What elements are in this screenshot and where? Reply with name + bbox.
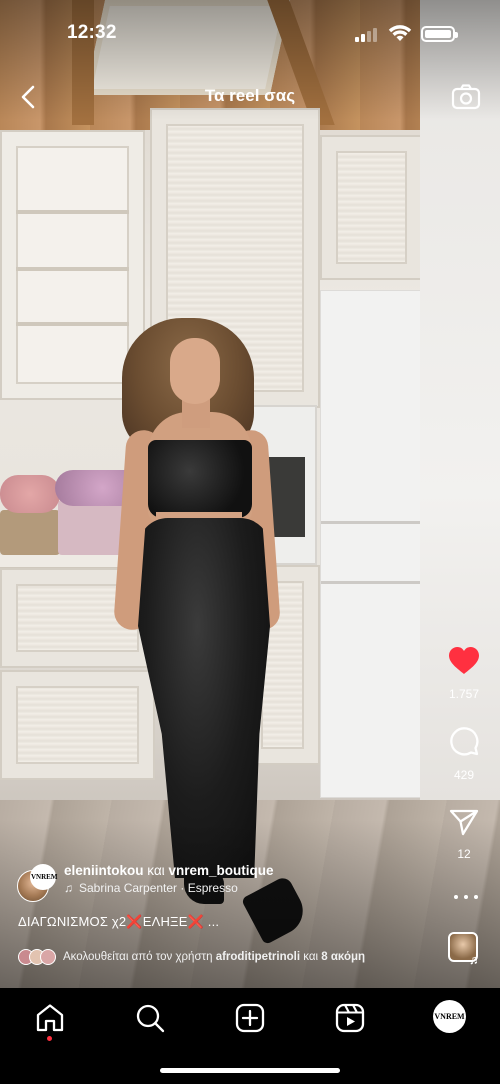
followed-by[interactable]: Ακολουθείται από τον χρήστη afroditipetr… (18, 948, 365, 966)
author-username[interactable]: eleniintokou (64, 863, 144, 878)
lower-cabinet (0, 670, 155, 780)
basket (0, 510, 60, 555)
model-top (148, 440, 252, 518)
post-caption[interactable]: ΔΙΑΓΩΝΙΣΜΟΣ χ2❌ΕΛΗΞΕ❌ ... (18, 914, 219, 930)
follower-avatar (40, 949, 56, 965)
like-count: 1.757 (448, 687, 480, 701)
author-conjunction: και (147, 863, 165, 878)
comment-count: 429 (453, 768, 475, 782)
comment-icon (450, 727, 479, 756)
coauthor-avatar[interactable]: VNREM (30, 864, 57, 890)
search-icon[interactable] (134, 1002, 166, 1034)
music-note-icon: ♫ (469, 952, 479, 967)
model-face (170, 338, 220, 404)
cellular-signal-icon (355, 28, 377, 42)
send-icon (449, 809, 479, 836)
coauthor-username[interactable]: vnrem_boutique (168, 863, 273, 878)
reel-video[interactable] (0, 0, 500, 988)
camera-icon[interactable] (450, 81, 482, 113)
status-bar: 12:32 (0, 0, 500, 62)
active-tab-dot (47, 1036, 52, 1041)
author-line: eleniintokou και vnrem_boutique (64, 863, 273, 878)
home-icon[interactable] (34, 1002, 66, 1034)
page-title: Τα reel σας (204, 86, 296, 105)
cross-mark-icon: ❌ (126, 914, 143, 929)
share-button[interactable]: 12 (440, 808, 488, 861)
followed-by-text: Ακολουθείται από τον χρήστη afroditipetr… (63, 951, 366, 963)
more-options-icon[interactable] (454, 890, 478, 904)
caption-more[interactable]: ... (208, 914, 219, 929)
caption-text: ΔΙΑΓΩΝΙΣΜΟΣ χ2 (18, 914, 127, 929)
flowers (0, 475, 60, 513)
reels-icon[interactable] (334, 1002, 366, 1034)
home-indicator[interactable] (160, 1068, 340, 1073)
music-artist: Sabrina Carpenter (79, 881, 178, 895)
caption-text: ΕΛΗΞΕ (142, 914, 188, 929)
battery-icon (421, 26, 458, 42)
comment-button[interactable]: 429 (440, 725, 488, 782)
status-time: 12:32 (67, 22, 117, 43)
profile-avatar[interactable]: VNREM (433, 1000, 466, 1033)
music-icon: ♫ (64, 881, 73, 895)
wifi-icon (388, 25, 412, 41)
create-icon[interactable] (234, 1002, 266, 1034)
fridge (320, 290, 423, 798)
like-button[interactable]: 1.757 (440, 646, 488, 701)
cross-mark-icon: ❌ (187, 914, 204, 929)
heart-icon (449, 647, 479, 674)
music-info[interactable]: ♫ Sabrina Carpenter · Espresso (64, 881, 238, 895)
share-count: 12 (457, 847, 471, 861)
music-title: Espresso (187, 881, 238, 895)
upper-cabinet (320, 135, 423, 280)
music-separator: · (180, 881, 185, 895)
glass-cabinet (0, 130, 145, 400)
